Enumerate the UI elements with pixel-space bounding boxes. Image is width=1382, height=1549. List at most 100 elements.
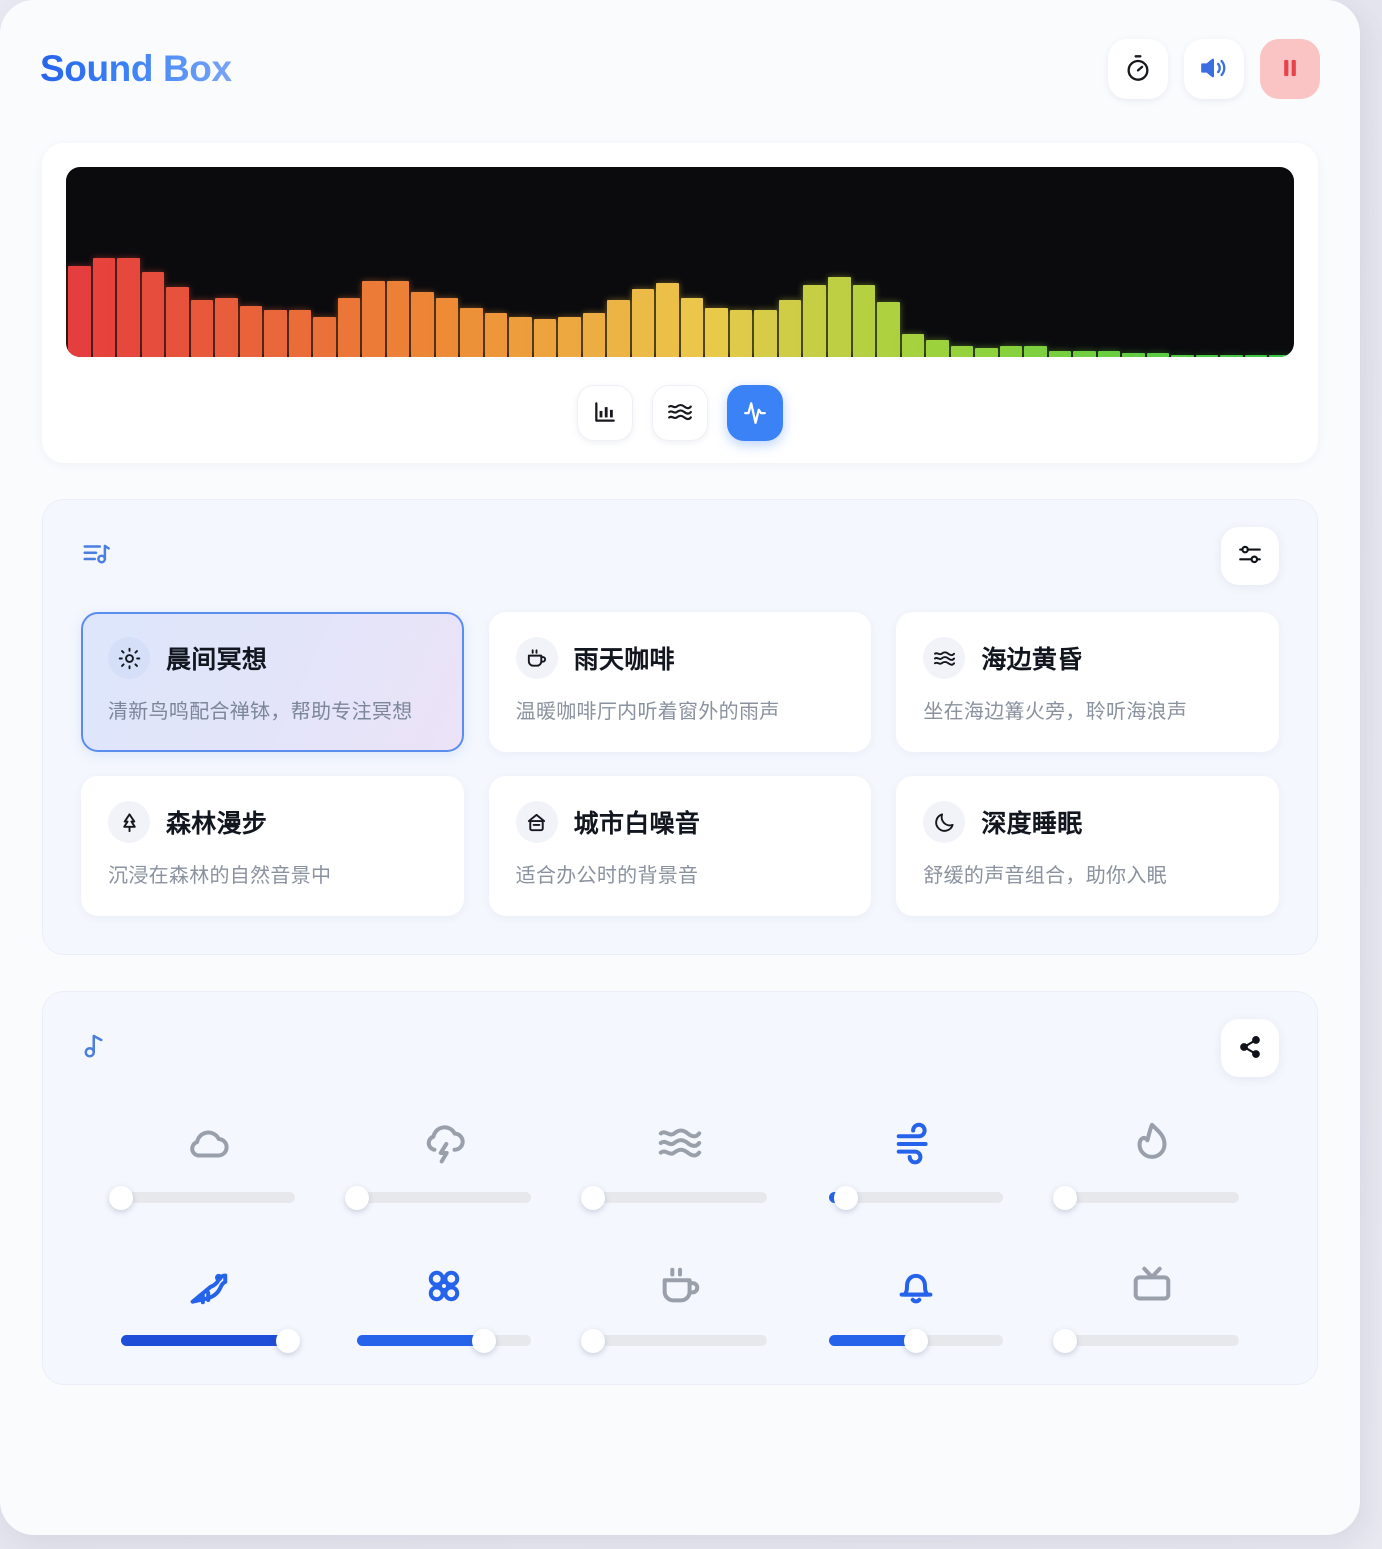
volume-slider[interactable] xyxy=(1053,1328,1239,1353)
spectrum-bar xyxy=(117,258,140,357)
spectrum-bar xyxy=(435,298,459,357)
spectrum-bar xyxy=(1024,345,1047,357)
activity-icon xyxy=(742,399,768,428)
cloud-icon[interactable] xyxy=(185,1116,231,1170)
spectrum-bar xyxy=(166,286,189,357)
volume-slider[interactable] xyxy=(121,1328,301,1353)
pause-button[interactable] xyxy=(1260,39,1320,99)
share-button[interactable] xyxy=(1221,1019,1279,1077)
timer-button[interactable] xyxy=(1108,39,1168,99)
slider-knob[interactable] xyxy=(276,1328,301,1353)
spectrum-bar xyxy=(950,345,974,357)
spectrum-bar xyxy=(141,271,165,357)
volume-slider[interactable] xyxy=(1053,1185,1239,1210)
preset-card[interactable]: 深度睡眠舒缓的声音组合，助你入眠 xyxy=(896,776,1279,916)
volume-slider[interactable] xyxy=(829,1328,1003,1353)
mixer-channel xyxy=(807,1116,1025,1210)
slider-knob[interactable] xyxy=(109,1185,133,1210)
spectrum-bar xyxy=(68,265,91,357)
preset-card-top: 城市白噪音 xyxy=(515,801,845,843)
slider-knob[interactable] xyxy=(581,1185,605,1210)
spectrum-bar xyxy=(778,300,802,357)
preset-description: 适合办公时的背景音 xyxy=(515,865,699,887)
spectrum-bar xyxy=(975,347,998,357)
mixer-channel xyxy=(1043,1116,1261,1210)
waves-mode-button[interactable] xyxy=(652,385,708,441)
spectrum-bar xyxy=(729,309,753,357)
preset-card[interactable]: 雨天咖啡 温暖咖啡厅内听着窗外的雨声 xyxy=(488,612,872,752)
bird-icon[interactable] xyxy=(185,1259,231,1313)
spectrum-bar xyxy=(852,284,876,357)
waves-icon[interactable] xyxy=(657,1116,703,1170)
mixer-channel xyxy=(1043,1259,1261,1353)
building-icon xyxy=(515,801,558,843)
volume-button[interactable] xyxy=(1184,39,1244,99)
pulse-mode-button[interactable] xyxy=(727,385,783,441)
visualizer-panel xyxy=(42,143,1318,463)
slider-knob[interactable] xyxy=(904,1328,928,1353)
mixer-channel xyxy=(335,1116,553,1210)
preset-card[interactable]: 城市白噪音适合办公时的背景音 xyxy=(488,776,872,916)
spectrum-bar xyxy=(877,301,900,357)
flower-icon[interactable] xyxy=(421,1259,467,1313)
spectrum-bar xyxy=(582,313,606,357)
spectrum-bar xyxy=(1195,354,1219,357)
mixer-header xyxy=(81,1019,1279,1077)
preset-card[interactable]: 晨间冥想 清新鸟鸣配合禅钵，帮助专注冥想 xyxy=(81,612,464,752)
slider-knob[interactable] xyxy=(472,1328,497,1353)
waves-icon xyxy=(923,637,966,679)
volume-slider[interactable] xyxy=(357,1328,531,1353)
tv-icon[interactable] xyxy=(1129,1259,1175,1313)
spectrum-bar xyxy=(92,258,116,357)
spectrum-bar xyxy=(1269,354,1292,357)
spectrum-bar xyxy=(1146,353,1170,357)
slider-knob[interactable] xyxy=(581,1328,605,1353)
slider-knob[interactable] xyxy=(1053,1328,1077,1353)
slider-fill xyxy=(121,1335,289,1346)
volume-slider[interactable] xyxy=(109,1185,295,1210)
presets-section: 晨间冥想 清新鸟鸣配合禅钵，帮助专注冥想 雨天咖啡 温暖咖啡厅内听着窗外的雨声 海边黄昏… xyxy=(42,499,1318,955)
bars-mode-button[interactable] xyxy=(577,385,633,441)
preset-card-top: 森林漫步 xyxy=(108,801,437,843)
wind-icon[interactable] xyxy=(893,1116,939,1170)
coffee-icon[interactable] xyxy=(657,1259,703,1313)
preset-settings-button[interactable] xyxy=(1221,527,1279,585)
header-actions xyxy=(1108,39,1320,99)
volume-slider[interactable] xyxy=(829,1185,1003,1210)
volume-slider[interactable] xyxy=(345,1185,531,1210)
slider-knob[interactable] xyxy=(1053,1185,1077,1210)
slider-knob[interactable] xyxy=(834,1185,859,1210)
spectrum-bar xyxy=(411,292,434,357)
spectrum-bar xyxy=(509,317,532,357)
preset-card[interactable]: 海边黄昏 坐在海边篝火旁，聆听海浪声 xyxy=(896,612,1279,752)
spectrum-bar xyxy=(926,339,949,357)
moon-icon xyxy=(923,801,966,843)
preset-description: 温暖咖啡厅内听着窗外的雨声 xyxy=(515,701,780,723)
cloud-lightning-icon[interactable] xyxy=(421,1116,467,1170)
music-note-icon xyxy=(81,1031,111,1066)
mixer-channel xyxy=(807,1259,1025,1353)
volume-slider[interactable] xyxy=(581,1328,767,1353)
spectrum-bar xyxy=(313,317,336,357)
spectrum-bar xyxy=(533,319,557,357)
mixer-channel xyxy=(571,1116,789,1210)
visualizer-screen xyxy=(66,167,1294,357)
flame-icon[interactable] xyxy=(1129,1116,1175,1170)
preset-name: 森林漫步 xyxy=(166,810,268,838)
preset-card-top: 晨间冥想 xyxy=(108,637,437,679)
bell-icon[interactable] xyxy=(893,1259,939,1313)
volume-slider[interactable] xyxy=(581,1185,767,1210)
slider-knob[interactable] xyxy=(345,1185,369,1210)
visualizer-mode-group xyxy=(66,385,1294,441)
preset-grid: 晨间冥想 清新鸟鸣配合禅钵，帮助专注冥想 雨天咖啡 温暖咖啡厅内听着窗外的雨声 海边黄昏… xyxy=(81,612,1279,916)
preset-name: 海边黄昏 xyxy=(981,646,1083,674)
timer-icon xyxy=(1124,54,1152,85)
share-icon xyxy=(1237,1034,1263,1063)
spectrum-bars xyxy=(66,167,1294,357)
preset-card[interactable]: 森林漫步 沉浸在森林的自然音景中 xyxy=(81,776,464,916)
preset-description: 舒缓的声音组合，助你入眠 xyxy=(923,865,1167,887)
spectrum-bar xyxy=(484,313,508,357)
spectrum-bar xyxy=(460,307,483,357)
spectrum-bar xyxy=(607,300,630,357)
preset-card-top: 深度睡眠 xyxy=(923,801,1252,843)
